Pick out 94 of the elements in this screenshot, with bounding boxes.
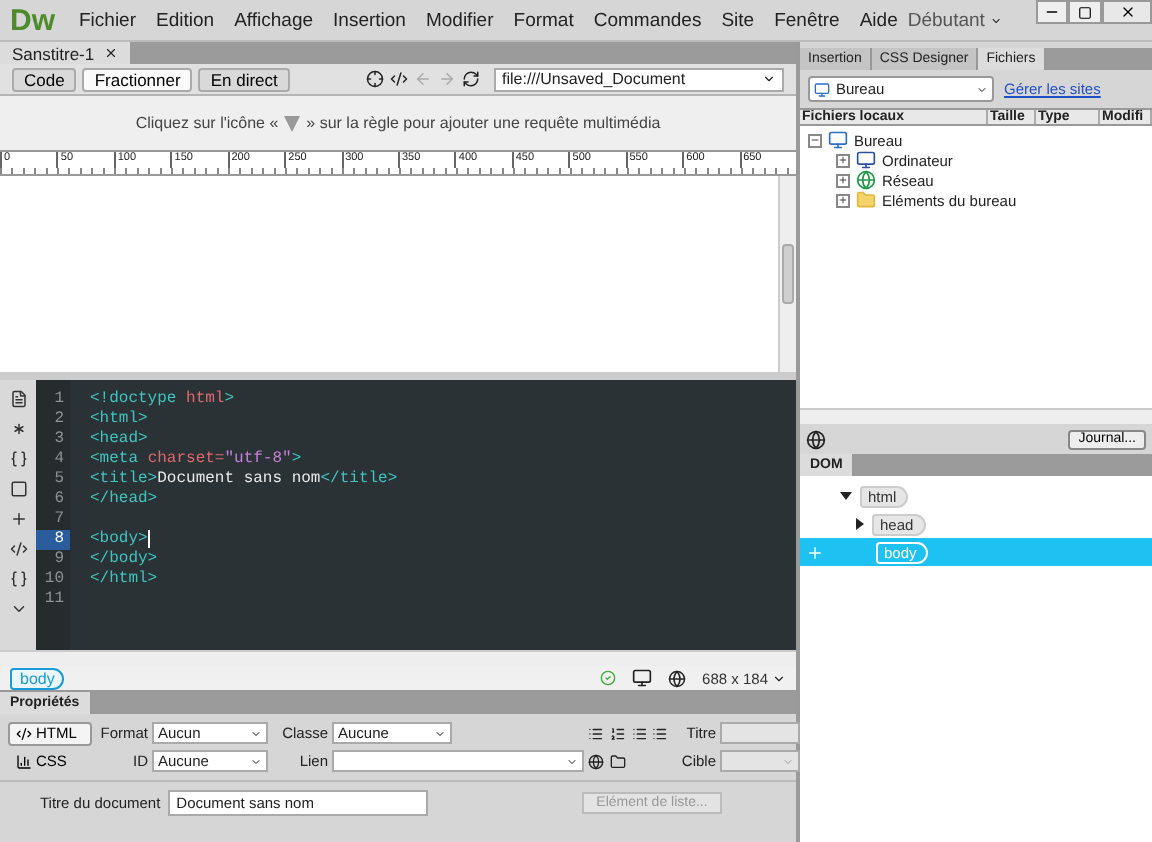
scrollbar[interactable] [0,650,796,666]
numbered-list-icon[interactable] [609,725,625,741]
code-line: <html> [90,410,148,430]
caret-icon[interactable] [762,72,776,86]
link-field[interactable] [332,750,584,772]
close-icon[interactable] [104,46,119,60]
workspace-selector[interactable]: Débutant [907,9,991,31]
menu-item[interactable]: Fenêtre [764,9,850,31]
line-number: 11 [42,590,66,610]
caret-icon [250,755,262,767]
check-icon [600,670,617,686]
line-number: 7 [52,510,66,530]
text-cursor [147,530,150,548]
monitor-icon [814,81,830,97]
indent-icon[interactable] [652,725,668,741]
globe-icon[interactable] [668,669,687,687]
view-button[interactable]: Fractionner [82,67,193,91]
document-tab[interactable]: Sanstitre-1 [0,42,131,64]
refresh-icon[interactable] [462,70,480,88]
address-field[interactable]: file:///Unsaved_Document [494,67,784,91]
code-icon[interactable] [9,540,27,558]
braces-icon[interactable] [9,450,27,468]
title-field[interactable] [720,722,800,744]
maximize-button[interactable] [1068,0,1103,24]
code-icon[interactable] [390,70,408,88]
scrollbar[interactable] [800,408,1152,424]
caret-icon [250,727,262,739]
asterisk-icon[interactable] [9,420,27,438]
globe-icon [806,429,826,449]
menu-item[interactable]: Affichage [224,9,324,31]
plus-icon[interactable] [9,510,27,528]
line-number: 9 [52,550,66,570]
code-line: </html> [90,570,158,590]
scrollbar[interactable] [778,176,796,372]
hint-text: Cliquez sur l'icône « [135,114,279,132]
braces-icon[interactable] [9,570,27,588]
expand-icon[interactable] [836,153,850,167]
menu-item[interactable]: Fichier [69,9,147,31]
chevron-icon[interactable] [9,600,27,618]
bar-chart-icon [16,753,32,769]
folder-icon [856,190,876,210]
media-query-icon [284,115,301,131]
code-icon [16,725,32,741]
caret-icon[interactable] [990,13,1004,27]
menu-item[interactable]: Modifier [415,9,504,31]
line-number: 4 [52,450,66,470]
computer-icon [856,150,876,170]
line-number: 6 [52,490,66,510]
monitor-icon [828,130,848,150]
collapse-icon[interactable] [808,133,822,147]
line-number: 10 [42,570,66,590]
line-number: 2 [52,410,66,430]
caret-icon [434,727,446,739]
menu-item[interactable]: Edition [146,9,225,31]
line-number: 1 [52,390,66,410]
bullet-list-icon[interactable] [588,725,604,741]
globe-icon [856,170,876,190]
caret-icon [782,755,794,767]
code-line: <head> [90,430,148,450]
expand-icon[interactable] [836,173,850,187]
expand-icon[interactable] [836,193,850,207]
menu-item[interactable]: Format [503,9,584,31]
app-logo: Dw [8,3,57,37]
outdent-icon[interactable] [631,725,647,741]
menu-item[interactable]: Commandes [583,9,712,31]
menu-item[interactable]: Insertion [323,9,416,31]
line-number: 8 [36,530,70,550]
crosshair-icon[interactable] [366,70,384,88]
code-line: </head> [90,490,158,510]
caret-icon[interactable] [772,671,786,685]
code-line: </body> [90,550,158,570]
caret-icon [566,755,578,767]
collapse-arrow-icon[interactable] [840,492,852,500]
minimize-button[interactable] [1035,0,1069,24]
line-number: 5 [52,470,66,490]
view-button[interactable]: En direct [198,67,290,91]
menu-item[interactable]: Aide [849,9,908,31]
maximize-icon [1078,5,1093,19]
menu-item[interactable]: Site [711,9,765,31]
line-number: 3 [52,430,66,450]
monitor-icon[interactable] [632,668,653,688]
expand-arrow-icon[interactable] [856,518,864,530]
code-line: <body> [90,530,148,550]
view-button[interactable]: Code [12,67,77,91]
square-icon[interactable] [9,480,27,498]
close-icon [1119,4,1136,20]
code-line: <meta charset="utf-8"> [90,450,302,470]
folder-icon[interactable] [610,753,626,769]
code-line: <title>Document sans nom</title> [90,470,398,490]
document-icon[interactable] [9,390,27,408]
hint-text: » sur la règle pour ajouter une requête multimédia [306,114,661,132]
globe-icon[interactable] [588,753,604,769]
code-line: <!doctype html> [90,390,235,410]
caret-icon [976,83,988,95]
